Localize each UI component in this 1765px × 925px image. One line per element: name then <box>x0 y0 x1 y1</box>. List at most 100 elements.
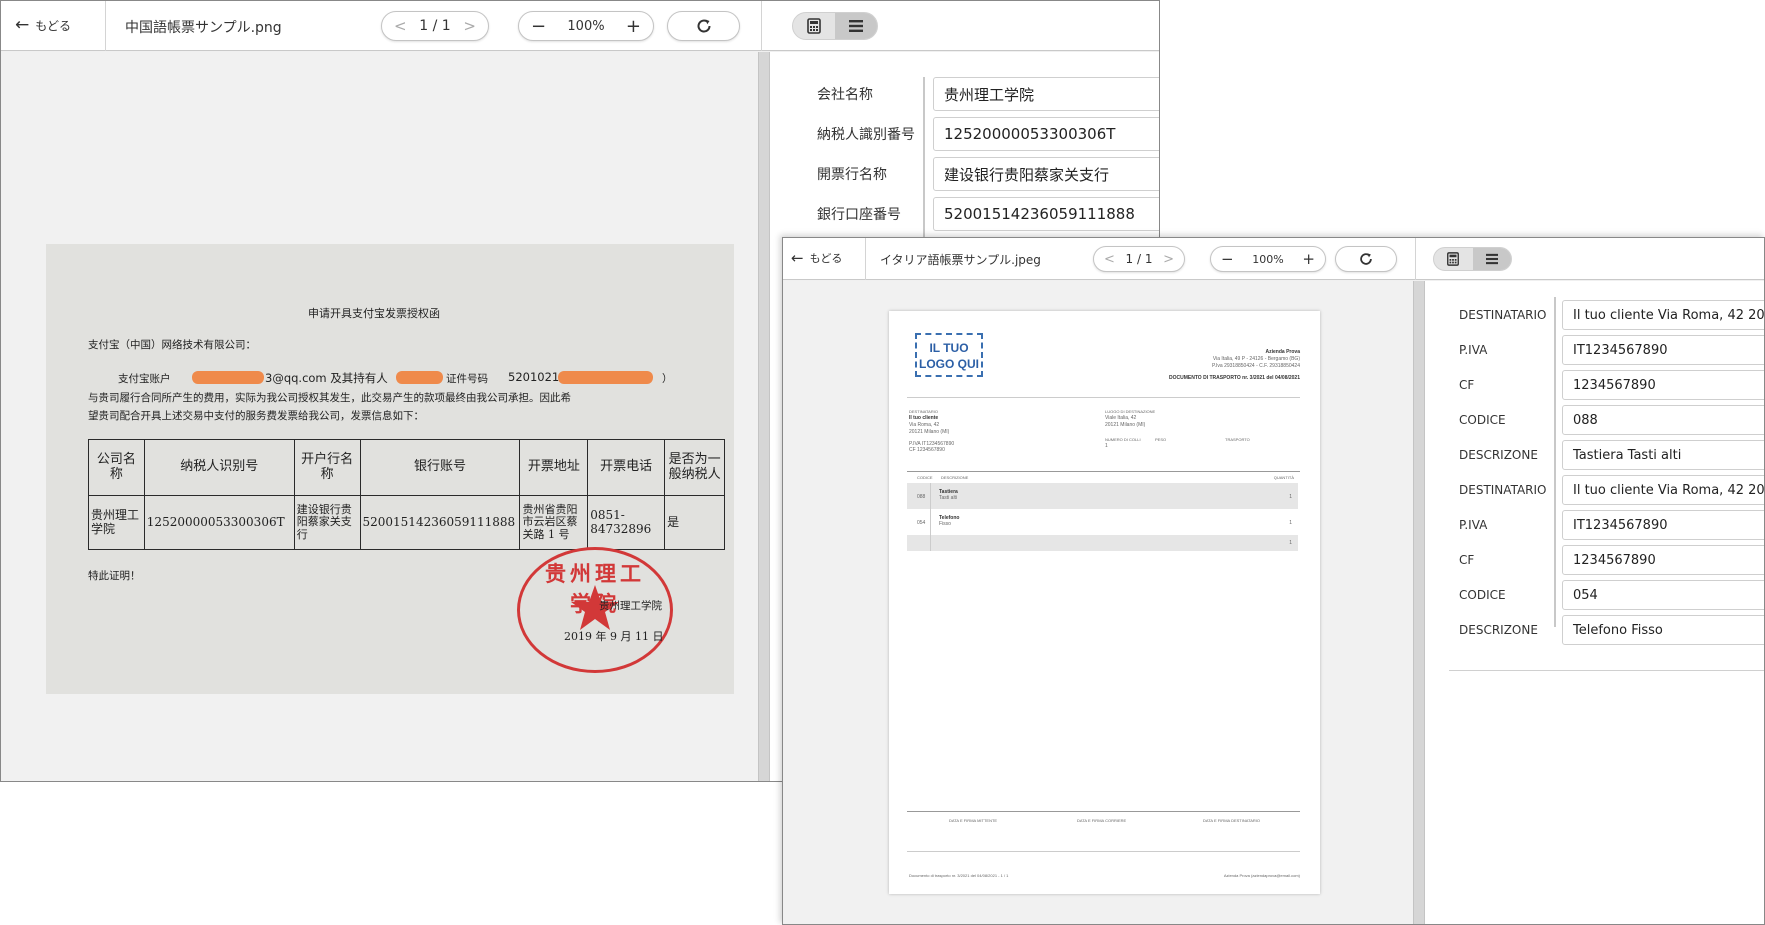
authorization-letter-image: 申请开具支付宝发票授权函 支付宝（中国）网络技术有限公司： 支付宝账户 3@qq… <box>46 244 734 694</box>
dest-city: 20121 Milano (MI) <box>909 429 950 435</box>
refresh-button[interactable] <box>1335 246 1397 272</box>
letter-title: 申请开具支付宝发票授权函 <box>308 307 440 320</box>
invoice-info-table: 公司名称 纳税人识别号 开户行名称 银行账号 开票地址 开票电话 是否为一般纳税… <box>88 439 725 550</box>
field-input[interactable]: 12520000053300306T <box>933 117 1159 151</box>
table-header: 是否为一般纳税人 <box>664 439 725 496</box>
company-ids: P.Iva 29318850424 - C.F. 29318850424 <box>1211 363 1300 369</box>
table-cell: 贵州省贵阳市云岩区蔡关路 1 号 <box>519 495 589 550</box>
form-view-button[interactable] <box>793 13 835 39</box>
field-input[interactable]: Tastiera Tasti alti <box>1562 440 1764 470</box>
field-label: DESTINATARIO <box>1459 483 1547 497</box>
redaction-mark-3 <box>558 371 653 384</box>
extracted-fields-pane: DESTINATARIO Il tuo cliente Via Roma, 42 … <box>1425 281 1764 924</box>
field-input[interactable]: 贵州理工学院 <box>933 77 1159 111</box>
document-viewer: 申请开具支付宝发票授权函 支付宝（中国）网络技术有限公司： 支付宝账户 3@qq… <box>1 52 758 781</box>
field-row: DESTINATARIO Il tuo cliente Via Roma, 42 … <box>1425 300 1764 330</box>
list-view-button[interactable] <box>1472 248 1511 270</box>
col-desc: DESCRIZIONE <box>941 475 969 480</box>
pane-splitter[interactable] <box>758 52 770 781</box>
row-qty: 1 <box>1289 540 1292 546</box>
field-label: CF <box>1459 553 1475 567</box>
table-row: 1 <box>907 535 1298 551</box>
prev-page-icon[interactable]: < <box>1104 252 1115 267</box>
page-indicator: 1 / 1 <box>419 18 451 34</box>
dest-street: Via Roma, 42 <box>909 422 940 428</box>
table-cell: 0851-84732896 <box>587 495 666 550</box>
field-row: CF 1234567890 <box>1425 370 1764 400</box>
field-input[interactable]: Il tuo cliente Via Roma, 42 20121 <box>1562 475 1764 505</box>
row-code: 054 <box>917 520 926 526</box>
field-row: 納税人識別番号 12520000053300306T <box>770 117 1159 151</box>
back-button[interactable]: ← もどる <box>791 249 842 267</box>
refresh-button[interactable] <box>667 11 740 41</box>
row-code: 088 <box>917 494 926 500</box>
table-top-line <box>907 471 1300 472</box>
destination-label: LUOGO DI DESTINAZIONE <box>1105 409 1156 414</box>
calculator-icon <box>807 18 821 34</box>
back-arrow-icon: ← <box>791 249 804 267</box>
prev-page-icon[interactable]: < <box>394 17 407 35</box>
col-qty: QUANTITÀ <box>1273 475 1294 480</box>
field-input[interactable]: 054 <box>1562 580 1764 610</box>
destination-city: 20121 Milano (MI) <box>1105 422 1146 428</box>
dest-name: Il tuo cliente <box>909 415 939 421</box>
document-title: DOCUMENTO DI TRASPORTO nr. 3/2021 del 04… <box>1169 375 1300 381</box>
table-row: 054 Telefono Fisso 1 <box>907 509 1298 535</box>
list-icon <box>849 20 863 32</box>
next-page-icon[interactable]: > <box>463 17 476 35</box>
field-label: DESTINATARIO <box>1459 308 1547 322</box>
zoom-out-button[interactable]: − <box>1221 250 1234 268</box>
field-input[interactable]: 建设银行贵阳蔡家关支行 <box>933 157 1159 191</box>
zoom-control: − 100% + <box>1210 246 1326 272</box>
back-arrow-icon: ← <box>15 15 30 35</box>
refresh-icon <box>697 19 711 33</box>
toolbar: ← もどる イタリア語帳票サンプル.jpeg < 1 / 1 > − 100% … <box>783 238 1764 280</box>
table-cell: 贵州理工学院 <box>88 495 145 550</box>
field-row: P.IVA IT1234567890 <box>1425 335 1764 365</box>
zoom-out-button[interactable]: − <box>531 16 546 37</box>
row-sub: Fisso <box>939 521 951 527</box>
field-input[interactable]: Telefono Fisso <box>1562 615 1764 645</box>
letter-signer: 贵州理工学院 <box>599 600 662 612</box>
letter-line1-e: ） <box>662 373 673 385</box>
page-indicator: 1 / 1 <box>1125 252 1153 266</box>
list-view-button[interactable] <box>835 13 877 39</box>
field-label: 会社名称 <box>817 87 873 103</box>
table-header: 纳税人识别号 <box>143 439 295 496</box>
trasporto-label: TRASPORTO <box>1225 437 1250 442</box>
field-label: DESCRIZONE <box>1459 448 1538 462</box>
field-input[interactable]: Il tuo cliente Via Roma, 42 20121 <box>1562 300 1764 330</box>
field-input[interactable]: 1234567890 <box>1562 370 1764 400</box>
logo-placeholder: IL TUO LOGO QUI <box>915 333 983 377</box>
pane-splitter[interactable] <box>1413 281 1425 924</box>
field-label: 銀行口座番号 <box>817 207 901 223</box>
field-row: P.IVA IT1234567890 <box>1425 510 1764 540</box>
transport-document-image: IL TUO LOGO QUI Azienda Prova Via Italia… <box>889 311 1320 894</box>
field-row: DESTINATARIO Il tuo cliente Via Roma, 42 … <box>1425 475 1764 505</box>
field-input[interactable]: IT1234567890 <box>1562 510 1764 540</box>
table-header: 公司名称 <box>88 439 145 496</box>
table-cell: 是 <box>664 495 725 550</box>
field-input[interactable]: IT1234567890 <box>1562 335 1764 365</box>
next-page-icon[interactable]: > <box>1163 252 1174 267</box>
letter-salutation: 支付宝（中国）网络技术有限公司： <box>88 339 256 351</box>
field-label: P.IVA <box>1459 343 1488 357</box>
field-input[interactable]: 52001514236059111888 <box>933 197 1159 231</box>
footer-left: Documento di trasporto nr. 3/2021 del 04… <box>909 873 1009 878</box>
field-input[interactable]: 1234567890 <box>1562 545 1764 575</box>
field-label: CODICE <box>1459 413 1506 427</box>
redaction-mark-2 <box>396 371 443 384</box>
toolbar-divider-2 <box>1415 238 1416 280</box>
toolbar-divider <box>865 238 866 280</box>
signature-line <box>907 811 1300 812</box>
redaction-mark <box>192 371 264 384</box>
back-button[interactable]: ← もどる <box>15 15 71 35</box>
zoom-in-button[interactable]: + <box>1302 250 1315 268</box>
field-input[interactable]: 088 <box>1562 405 1764 435</box>
peso-label: PESO <box>1155 437 1167 442</box>
form-view-button[interactable] <box>1434 248 1473 270</box>
zoom-in-button[interactable]: + <box>626 16 641 37</box>
page-navigator: < 1 / 1 > <box>1093 246 1185 272</box>
filename: 中国語帳票サンプル.png <box>125 20 282 36</box>
field-row: CF 1234567890 <box>1425 545 1764 575</box>
